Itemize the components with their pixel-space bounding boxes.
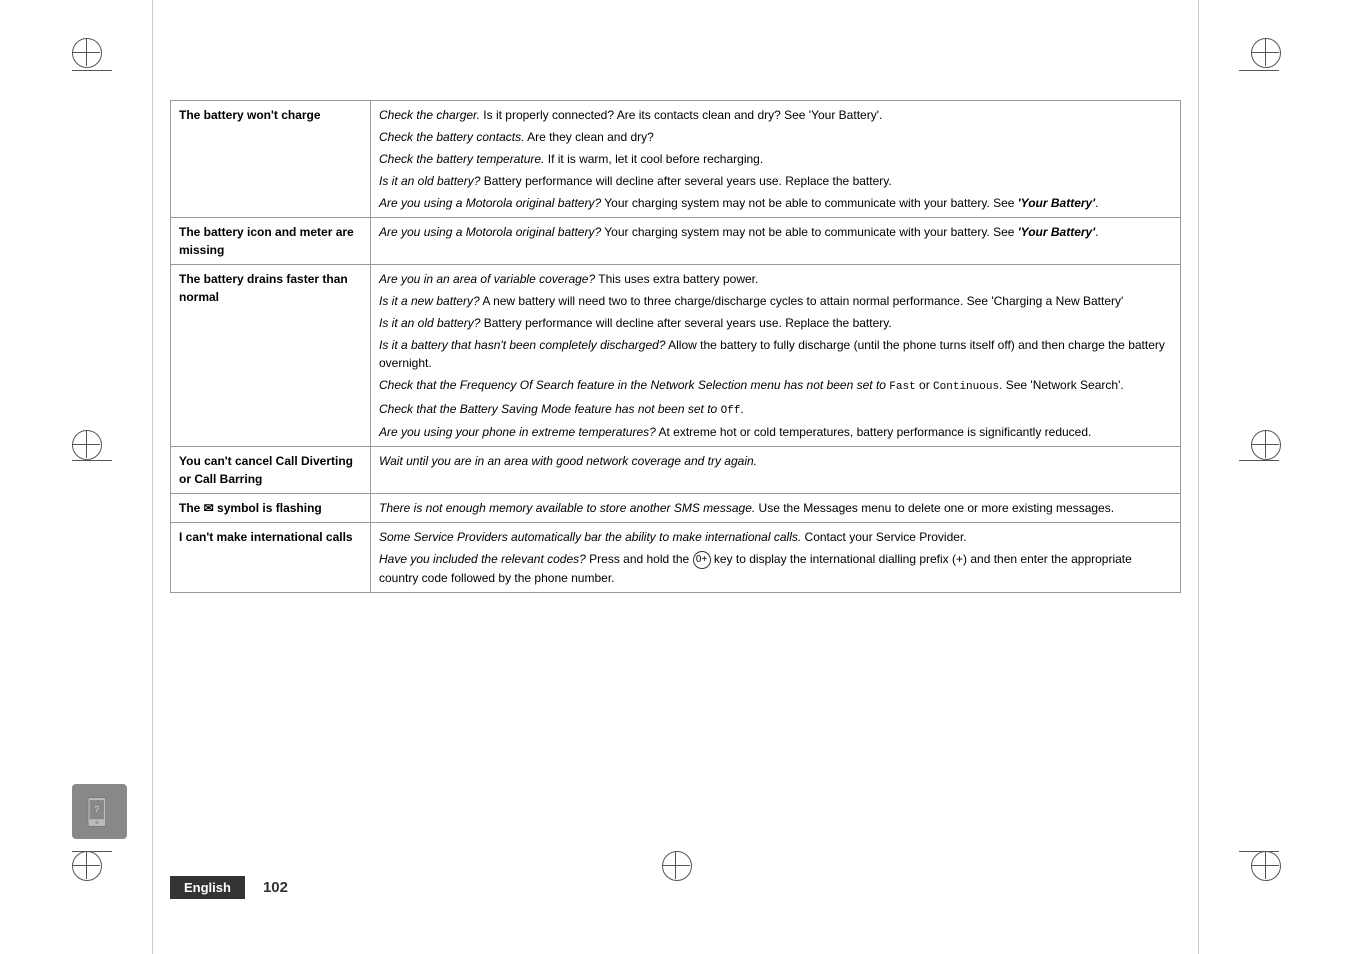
troubleshooting-table: The battery won't charge Check the charg… (170, 100, 1181, 593)
issue-label: The battery won't charge (179, 108, 321, 122)
phone-manual-icon: ? (84, 796, 116, 828)
table-row: The ✉ symbol is flashing There is not en… (171, 494, 1181, 523)
solution-cell: Check the charger. Is it properly connec… (371, 101, 1181, 218)
table-row: The battery drains faster than normal Ar… (171, 265, 1181, 447)
solution-text: Check the battery contacts. Are they cle… (379, 128, 1172, 146)
solution-text: Wait until you are in an area with good … (379, 452, 1172, 470)
issue-cell: The battery icon and meter are missing (171, 218, 371, 265)
solution-text: Is it an old battery? Battery performanc… (379, 172, 1172, 190)
content-area: The battery won't charge Check the charg… (170, 100, 1181, 824)
issue-label: I can't make international calls (179, 530, 353, 544)
issue-label: The battery drains faster than normal (179, 272, 348, 304)
issue-cell: The battery drains faster than normal (171, 265, 371, 447)
registration-mark-bottom-right (1251, 851, 1279, 879)
footer: English 102 (170, 876, 288, 899)
right-margin-line (1198, 0, 1199, 954)
table-row: The battery won't charge Check the charg… (171, 101, 1181, 218)
solution-text: Check that the Frequency Of Search featu… (379, 376, 1172, 396)
left-margin-line (152, 0, 153, 954)
registration-mark-top-right (1251, 38, 1279, 66)
solution-cell: Wait until you are in an area with good … (371, 447, 1181, 494)
solution-text: Check that the Battery Saving Mode featu… (379, 400, 1172, 420)
solution-text: Is it a new battery? A new battery will … (379, 292, 1172, 310)
rule-bot-right (1239, 851, 1279, 852)
solution-text: Some Service Providers automatically bar… (379, 528, 1172, 546)
registration-mark-bottom-mid (662, 851, 690, 879)
registration-mark-top-left (72, 38, 100, 66)
solution-text: There is not enough memory available to … (379, 499, 1172, 517)
solution-cell: Are you in an area of variable coverage?… (371, 265, 1181, 447)
registration-mark-mid-right (1251, 430, 1279, 458)
registration-mark-bottom-left (72, 851, 100, 879)
issue-cell: The ✉ symbol is flashing (171, 494, 371, 523)
solution-text: Is it a battery that hasn't been complet… (379, 336, 1172, 372)
rule-top-left (72, 70, 112, 71)
issue-label: The battery icon and meter are missing (179, 225, 354, 257)
issue-cell: The battery won't charge (171, 101, 371, 218)
solution-text: Are you in an area of variable coverage?… (379, 270, 1172, 288)
svg-text:?: ? (94, 805, 99, 814)
solution-text: Are you using a Motorola original batter… (379, 194, 1172, 212)
solution-cell: There is not enough memory available to … (371, 494, 1181, 523)
page-number: 102 (263, 879, 288, 896)
phone-icon-area: ? (72, 784, 127, 839)
table-row: The battery icon and meter are missing A… (171, 218, 1181, 265)
table-row: I can't make international calls Some Se… (171, 523, 1181, 593)
table-row: You can't cancel Call Diverting or Call … (171, 447, 1181, 494)
issue-label: You can't cancel Call Diverting or Call … (179, 454, 353, 486)
solution-text: Are you using your phone in extreme temp… (379, 423, 1172, 441)
solution-text: Have you included the relevant codes? Pr… (379, 550, 1172, 587)
issue-label: The ✉ symbol is flashing (179, 501, 322, 515)
solution-cell: Some Service Providers automatically bar… (371, 523, 1181, 593)
solution-cell: Are you using a Motorola original batter… (371, 218, 1181, 265)
registration-mark-mid-left (72, 430, 100, 458)
language-label: English (170, 876, 245, 899)
rule-top-right (1239, 70, 1279, 71)
rule-mid-right (1239, 460, 1279, 461)
solution-text: Are you using a Motorola original batter… (379, 223, 1172, 241)
issue-cell: You can't cancel Call Diverting or Call … (171, 447, 371, 494)
solution-text: Is it an old battery? Battery performanc… (379, 314, 1172, 332)
solution-text: Check the battery temperature. If it is … (379, 150, 1172, 168)
rule-bot-left (72, 851, 112, 852)
rule-mid-left (72, 460, 112, 461)
issue-cell: I can't make international calls (171, 523, 371, 593)
solution-text: Check the charger. Is it properly connec… (379, 106, 1172, 124)
